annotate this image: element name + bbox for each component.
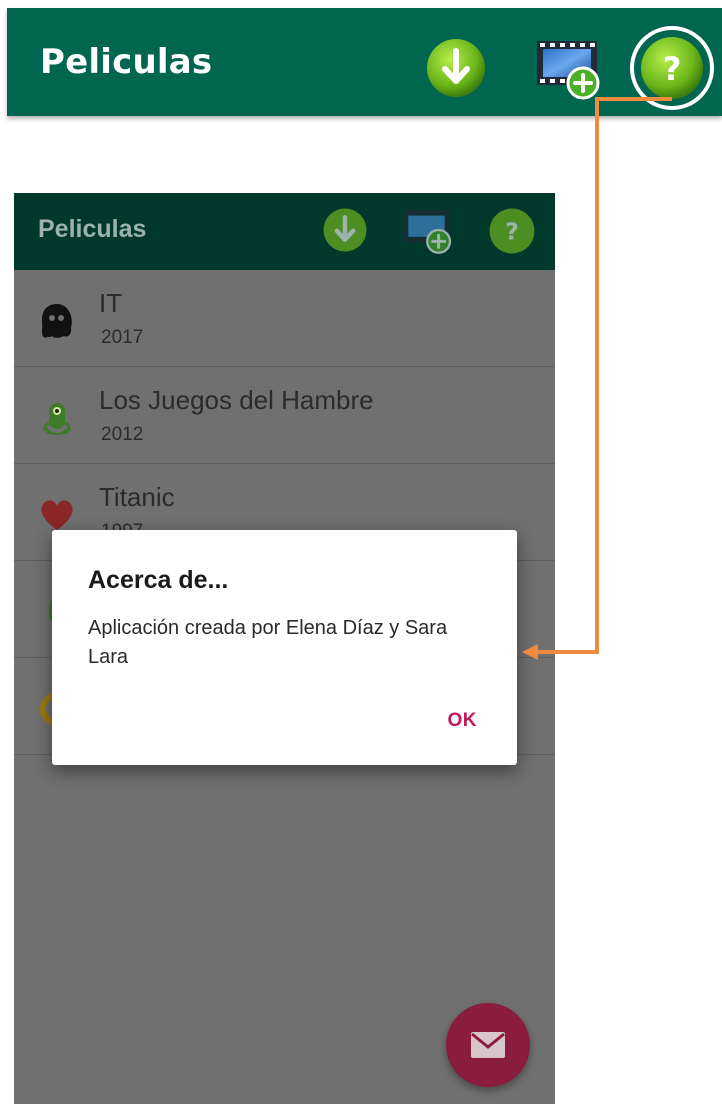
help-icon[interactable]: ?	[629, 25, 715, 111]
about-dialog: Acerca de... Aplicación creada por Elena…	[52, 530, 517, 765]
mail-icon	[471, 1032, 505, 1058]
phone-app-bar: Peliculas ?	[14, 193, 555, 270]
movie-title: Los Juegos del Hambre	[99, 385, 374, 415]
list-item[interactable]: IT 2017	[14, 270, 555, 367]
app-title: Peliculas	[40, 42, 213, 82]
movie-title: IT	[99, 288, 123, 318]
svg-text:?: ?	[663, 50, 682, 88]
movie-year: 2017	[101, 327, 144, 348]
svg-text:?: ?	[505, 219, 518, 246]
alien-icon	[43, 403, 71, 435]
ok-button[interactable]: OK	[448, 710, 478, 732]
list-item[interactable]: Los Juegos del Hambre 2012	[14, 367, 555, 464]
dialog-message: Aplicación creada por Elena Díaz y Sara …	[88, 617, 448, 668]
ghost-icon	[41, 304, 72, 338]
download-icon[interactable]	[425, 37, 487, 99]
movie-title: Titanic	[99, 482, 175, 512]
mail-fab-button[interactable]	[446, 1003, 530, 1087]
movie-year: 2012	[101, 424, 144, 445]
help-icon[interactable]: ?	[488, 207, 536, 255]
download-icon[interactable]	[322, 207, 368, 253]
movie-add-icon[interactable]	[402, 205, 454, 255]
dialog-title: Acerca de...	[88, 566, 229, 594]
top-app-bar: Peliculas ?	[7, 8, 722, 116]
movie-add-icon[interactable]	[535, 35, 603, 101]
phone-app-title: Peliculas	[38, 215, 147, 243]
